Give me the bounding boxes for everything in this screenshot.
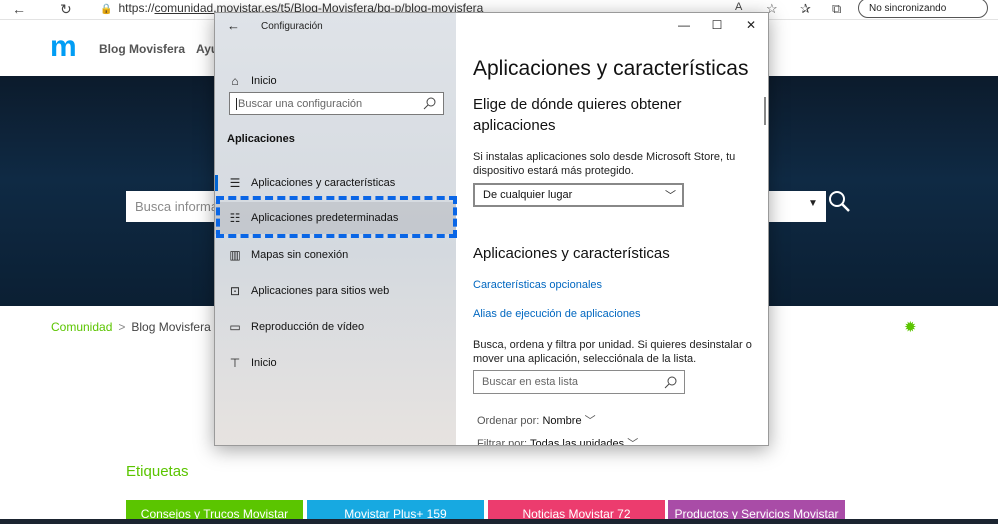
collections-icon[interactable]: ⧉ (832, 1, 841, 17)
chevron-down-icon: ﹀ (665, 190, 676, 202)
search-icon[interactable] (826, 188, 852, 214)
list-search-placeholder: Buscar en esta lista (482, 376, 578, 388)
sidebar-section-title: Aplicaciones (227, 133, 295, 145)
source-heading-line-1: Elige de dónde quieres obtener (473, 96, 682, 113)
sort-by-dropdown[interactable]: Ordenar por: Nombre ﹀ (477, 412, 596, 428)
breadcrumb-separator: > (118, 320, 126, 334)
window-title: Configuración (261, 21, 323, 32)
favorites-list-icon[interactable]: ✰ (800, 1, 811, 17)
filter-value: Todas las unidades (529, 438, 625, 446)
active-indicator (215, 175, 218, 191)
back-arrow-icon[interactable]: ← (227, 18, 240, 33)
home-icon: ⌂ (231, 74, 239, 88)
page-title: Aplicaciones y características (473, 57, 749, 80)
sync-label: No sincronizando (869, 3, 947, 14)
breadcrumb: Comunidad > Blog Movisfera (51, 320, 211, 334)
source-description-line-2: dispositivo estará más protegido. (473, 165, 634, 177)
back-icon[interactable]: ← (12, 1, 26, 17)
chevron-down-icon: ﹀ (627, 438, 639, 446)
sort-value: Nombre (542, 415, 582, 427)
sidebar-item-label: Inicio (251, 75, 277, 87)
sidebar-item-offline-maps[interactable]: ▥ Mapas sin conexión (215, 239, 456, 271)
search-description-line-1: Busca, ordena y filtra por unidad. Si qu… (473, 339, 752, 351)
app-list-search-input[interactable]: Buscar en esta lista (473, 370, 685, 394)
optional-features-link[interactable]: Características opcionales (473, 279, 602, 291)
search-icon[interactable] (423, 96, 437, 110)
video-icon: ▭ (229, 320, 241, 334)
settings-content: Aplicaciones y características Elige de … (456, 13, 768, 446)
filter-label: Filtrar por: (477, 438, 528, 446)
url-prefix: https:// (118, 1, 155, 15)
map-icon: ▥ (229, 248, 241, 262)
chevron-down-icon: ﹀ (584, 415, 596, 427)
close-button[interactable]: ✕ (743, 18, 759, 32)
apps-features-heading: Aplicaciones y características (473, 245, 670, 262)
app-execution-aliases-link[interactable]: Alias de ejecución de aplicaciones (473, 308, 641, 320)
blog-title-link[interactable]: Blog Movisfera (99, 42, 185, 56)
sidebar-item-video-playback[interactable]: ▭ Reproducción de vídeo (215, 311, 456, 343)
settings-search-input[interactable]: Buscar una configuración (229, 92, 444, 115)
sidebar-item-web-apps[interactable]: ⊡ Aplicaciones para sitios web (215, 275, 456, 307)
sidebar-item-label: Aplicaciones para sitios web (251, 285, 390, 297)
sidebar-item-label: Inicio (251, 357, 277, 369)
sort-label: Ordenar por: (477, 415, 540, 427)
refresh-icon[interactable]: ↻ (60, 1, 72, 18)
settings-search-placeholder: Buscar una configuración (236, 98, 363, 110)
maximize-button[interactable]: ☐ (709, 18, 725, 32)
sidebar-item-label: Mapas sin conexión (251, 249, 349, 261)
minimize-button[interactable]: — (676, 18, 692, 32)
tags-heading: Etiquetas (126, 463, 189, 480)
dropdown-value: De cualquier lugar (483, 189, 573, 201)
web-app-icon: ⊡ (229, 284, 241, 298)
scrollbar[interactable] (764, 97, 766, 125)
filter-by-dropdown[interactable]: Filtrar por: Todas las unidades ﹀ (477, 435, 639, 446)
search-scope-dropdown-icon[interactable]: ▼ (808, 198, 818, 209)
sidebar-item-label: Aplicaciones y características (251, 177, 396, 189)
list-icon: ☰ (229, 176, 241, 190)
source-description-line-1: Si instalas aplicaciones solo desde Micr… (473, 151, 736, 163)
movistar-logo[interactable]: m (50, 32, 77, 62)
breadcrumb-current: Blog Movisfera (131, 320, 211, 334)
sidebar-item-label: Reproducción de vídeo (251, 321, 365, 333)
highlight-annotation (216, 196, 457, 238)
search-description-line-2: mover una aplicación, selecciónala de la… (473, 353, 697, 365)
sync-button[interactable]: No sincronizando (858, 0, 988, 18)
startup-icon: ⊤ (229, 356, 241, 370)
gear-icon[interactable]: ✹ (904, 318, 917, 336)
breadcrumb-community[interactable]: Comunidad (51, 320, 112, 334)
taskbar (0, 519, 998, 524)
search-icon[interactable] (664, 375, 678, 389)
window-titlebar: ← Configuración — ☐ ✕ (215, 13, 768, 39)
sidebar-item-apps-features[interactable]: ☰ Aplicaciones y características (215, 167, 456, 199)
lock-icon: 🔒 (100, 4, 113, 15)
app-source-dropdown[interactable]: De cualquier lugar ﹀ (473, 183, 684, 207)
site-search-placeholder: Busca informa (135, 199, 219, 214)
sidebar-item-startup[interactable]: ⊤ Inicio (215, 347, 456, 379)
source-heading-line-2: aplicaciones (473, 117, 556, 134)
